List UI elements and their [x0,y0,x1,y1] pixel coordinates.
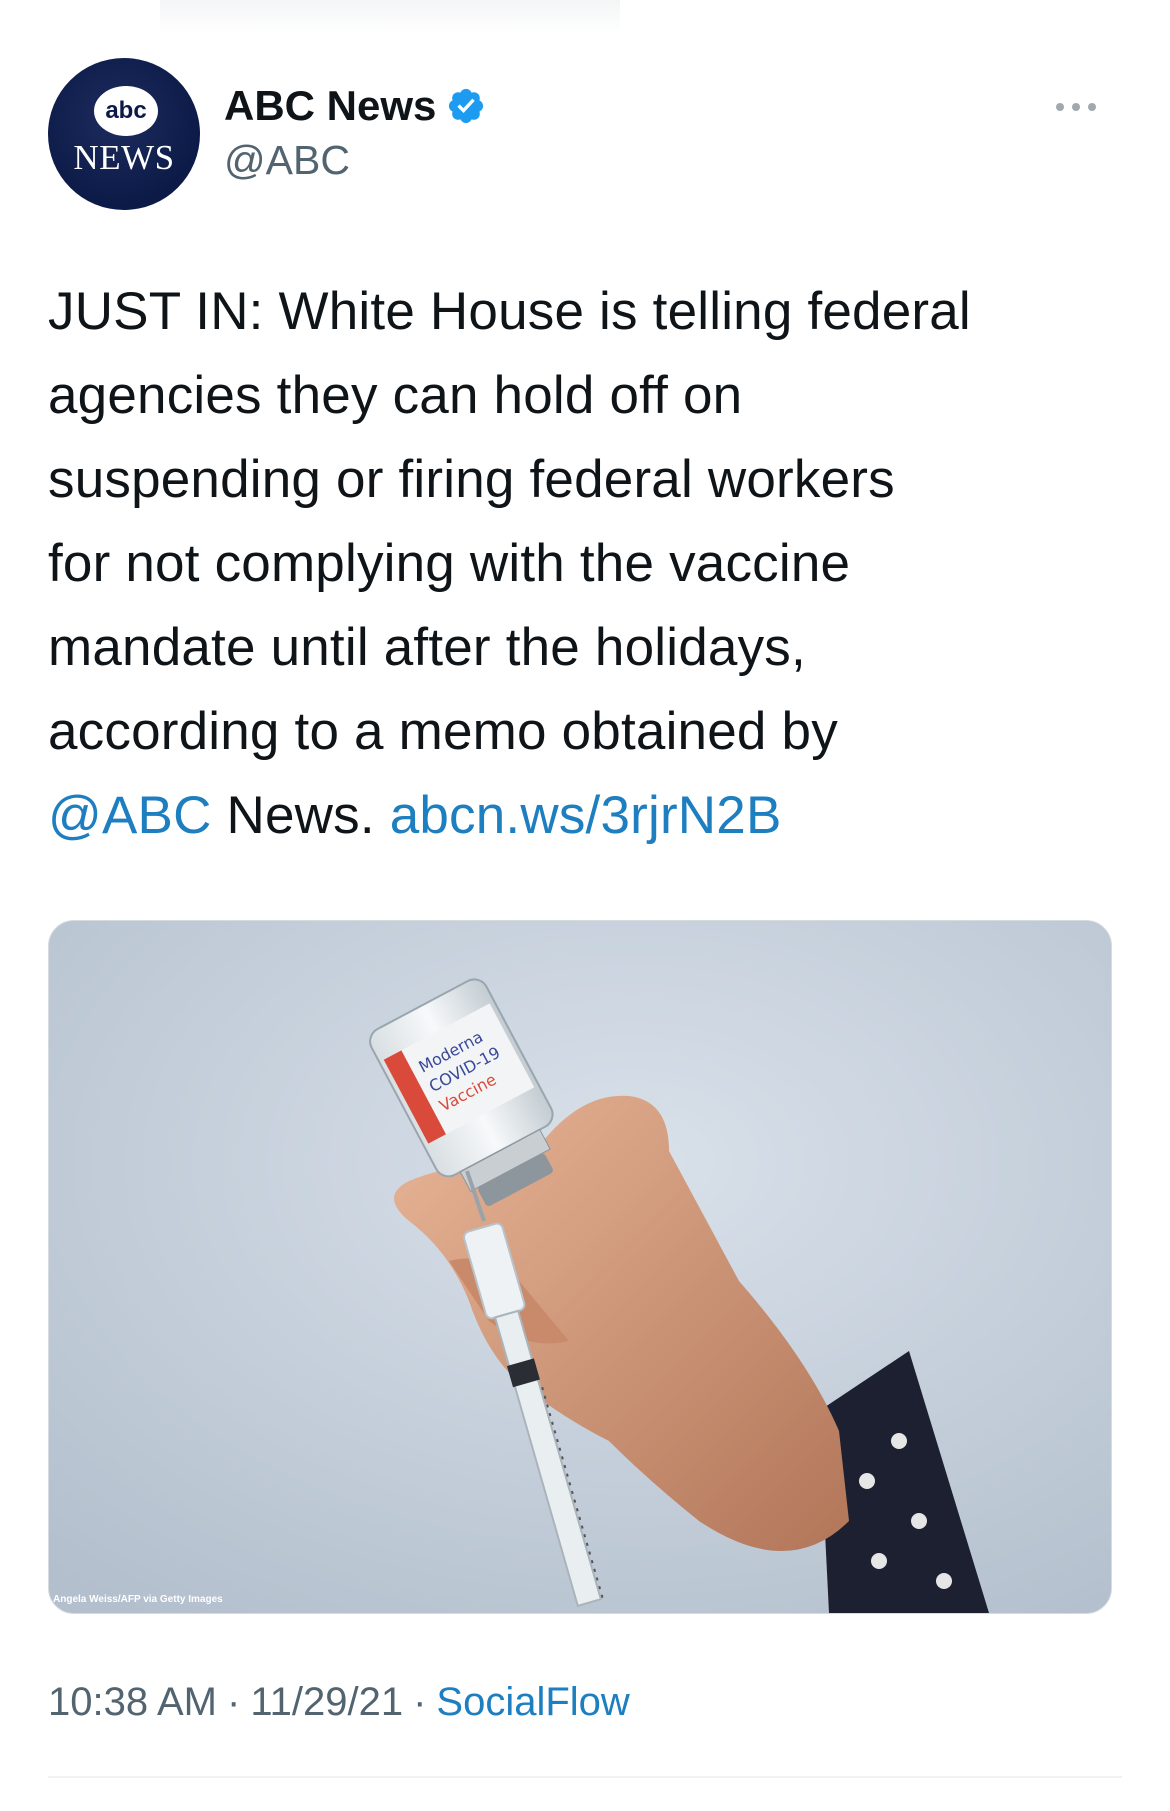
tweet-text-last-line: @ABC News. abcn.ws/3rjrN2B [48,774,1128,858]
top-fade [160,0,620,34]
tweet-text-line: mandate until after the holidays, [48,618,806,677]
source-link[interactable]: SocialFlow [436,1680,629,1724]
verified-badge-icon [449,88,484,124]
article-link[interactable]: abcn.ws/3rjrN2B [390,786,782,845]
divider [48,1776,1122,1778]
avatar[interactable]: abc NEWS [48,58,200,210]
tweet-text-line: JUST IN: White House is telling federal [48,282,971,341]
tweet-photo[interactable]: Moderna COVID-19 Vaccine Angela Weiss/AF… [48,920,1112,1614]
avatar-news-text: NEWS [73,138,175,177]
tweet-text-line: according to a memo obtained by [48,702,838,761]
mention-link[interactable]: @ABC [48,786,212,845]
author-names: ABC News @ABC [224,82,486,188]
tweet-text-line: for not complying with the vaccine [48,534,851,593]
tweet-text-fragment: News. [211,786,390,845]
photo-vaccine-icon: Moderna COVID-19 Vaccine [49,921,1111,1613]
tweet-header: abc NEWS ABC News @ABC [48,58,1122,210]
tweet-text-line: agencies they can hold off on [48,366,743,425]
tweet-text-line: suspending or firing federal workers [48,450,895,509]
separator: · [413,1680,427,1724]
abc-logo: abc [94,86,158,136]
tweet-meta: 10:38 AM · 11/29/21 · SocialFlow [48,1680,630,1725]
separator: · [227,1680,241,1724]
more-options-icon[interactable] [1056,98,1110,118]
handle[interactable]: @ABC [224,132,486,188]
display-name-row[interactable]: ABC News [224,82,486,130]
tweet-date[interactable]: 11/29/21 [250,1680,403,1724]
display-name[interactable]: ABC News [224,82,436,130]
photo-credit: Angela Weiss/AFP via Getty Images [53,1594,223,1605]
tweet-text: JUST IN: White House is telling federal … [48,270,1128,858]
tweet-time[interactable]: 10:38 AM [48,1680,217,1724]
